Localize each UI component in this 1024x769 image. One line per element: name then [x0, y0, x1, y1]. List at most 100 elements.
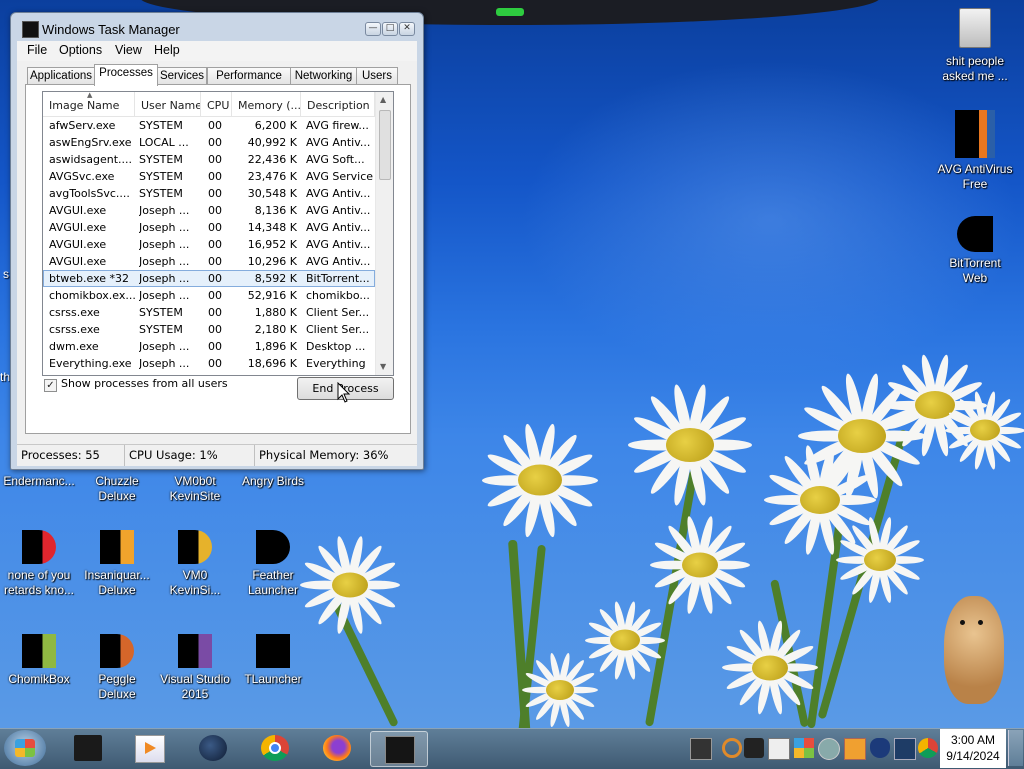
menu-file[interactable]: File	[27, 43, 47, 57]
vertical-scrollbar[interactable]: ▲ ▼	[375, 92, 393, 375]
tray-search-icon[interactable]	[722, 738, 742, 758]
taskbar-app-task-manager[interactable]	[370, 731, 428, 767]
tray-camera-icon[interactable]	[744, 738, 764, 758]
tab-users[interactable]: Users	[356, 67, 398, 85]
taskbar-app-steam[interactable]	[188, 731, 238, 765]
table-row[interactable]: csrss.exe SYSTEM 00 2,180 K Client Ser...	[43, 321, 375, 338]
menu-bar: File Options View Help	[17, 41, 417, 61]
taskbar-app-firefox[interactable]	[312, 731, 362, 765]
process-image-name: csrss.exe	[49, 323, 100, 336]
desktop-icon-insaniquarium[interactable]: Insaniquar... Deluxe	[78, 530, 156, 598]
process-memory: 52,916 K	[247, 289, 297, 302]
desktop-icon-visual-studio[interactable]: Visual Studio 2015	[156, 634, 234, 702]
process-user-name: SYSTEM	[139, 119, 183, 132]
desktop-icon-endermanch[interactable]: Endermanc...	[0, 474, 78, 489]
tray-edge-icon[interactable]	[818, 738, 840, 760]
table-row[interactable]: avgToolsSvc.... SYSTEM 00 30,548 K AVG Antiv…	[43, 185, 375, 202]
process-cpu: 00	[208, 340, 222, 353]
process-description: AVG Antiv...	[306, 255, 371, 268]
process-list[interactable]: ▲ Image Name User Name CPU Memory (... D…	[42, 91, 394, 376]
cropped-icon-label: s	[3, 267, 9, 281]
show-all-users-label[interactable]: Show processes from all users	[61, 377, 228, 390]
menu-options[interactable]: Options	[59, 43, 102, 57]
hamster-gadget[interactable]	[944, 596, 1004, 704]
tray-office-icon[interactable]	[794, 738, 814, 758]
maximize-button[interactable]: □	[382, 22, 398, 36]
taskbar-app-chrome[interactable]	[250, 731, 300, 765]
column-label: CPU	[207, 99, 230, 112]
table-row[interactable]: AVGUI.exe Joseph ... 00 14,348 K AVG Antiv..…	[43, 219, 375, 236]
tray-notes-icon[interactable]	[844, 738, 866, 760]
table-row[interactable]: AVGUI.exe Joseph ... 00 16,952 K AVG Antiv..…	[43, 236, 375, 253]
column-header-memory[interactable]: Memory (...	[232, 92, 301, 116]
table-row[interactable]: chomikbox.ex... Joseph ... 00 52,916 K chomi…	[43, 287, 375, 304]
desktop-icon-peggle[interactable]: Peggle Deluxe	[78, 634, 156, 702]
title-bar[interactable]: Windows Task Manager — □ ✕	[11, 13, 423, 41]
tray-monitor-icon[interactable]	[894, 738, 916, 760]
desktop-icon-vm0b0t[interactable]: VM0b0t KevinSite	[156, 474, 234, 504]
show-all-users-checkbox[interactable]: ✓	[44, 379, 57, 392]
tab-networking[interactable]: Networking	[290, 67, 357, 85]
desktop-icon-avg[interactable]: AVG AntiVirus Free	[936, 110, 1014, 192]
start-button[interactable]	[4, 730, 46, 766]
desktop-icon-bittorrent[interactable]: BitTorrent Web	[936, 216, 1014, 286]
desktop-icon-none-of-you[interactable]: none of you retards kno...	[0, 530, 78, 598]
process-user-name: SYSTEM	[139, 306, 183, 319]
process-image-name: avgToolsSvc....	[49, 187, 130, 200]
dark-box-icon	[74, 735, 102, 761]
windows-logo-icon	[15, 739, 35, 757]
taskbar-app-unknown[interactable]	[63, 731, 113, 765]
menu-help[interactable]: Help	[154, 43, 180, 57]
table-row[interactable]: AVGSvc.exe SYSTEM 00 23,476 K AVG Service	[43, 168, 375, 185]
tray-chrome-icon[interactable]	[918, 738, 938, 758]
tab-services[interactable]: Services	[157, 67, 207, 85]
desktop-icon-chuzzle[interactable]: Chuzzle Deluxe	[78, 474, 156, 504]
scroll-down-icon[interactable]: ▼	[380, 362, 386, 371]
column-header-description[interactable]: Description	[301, 92, 375, 116]
scroll-thumb[interactable]	[379, 110, 391, 180]
tray-app-icon[interactable]	[768, 738, 790, 760]
table-row[interactable]: csrss.exe SYSTEM 00 1,880 K Client Ser...	[43, 304, 375, 321]
table-row[interactable]: aswEngSrv.exe LOCAL ... 00 40,992 K AVG Anti…	[43, 134, 375, 151]
desktop-icon-label: Chuzzle Deluxe	[95, 474, 139, 503]
desktop-icon-vm0-kevin[interactable]: VM0 KevinSi...	[156, 530, 234, 598]
table-row[interactable]: Everything.exe Joseph ... 00 18,696 K Everyt…	[43, 355, 375, 372]
taskbar-app-media-player[interactable]	[124, 731, 174, 765]
desktop-icon-feather[interactable]: Feather Launcher	[234, 530, 312, 598]
tray-shield-icon[interactable]	[870, 738, 890, 758]
tab-performance[interactable]: Performance	[207, 67, 291, 85]
process-cpu: 00	[208, 136, 222, 149]
table-row[interactable]: dwm.exe Joseph ... 00 1,896 K Desktop ...	[43, 338, 375, 355]
task-manager-icon	[385, 736, 415, 764]
table-row[interactable]: AVGUI.exe Joseph ... 00 10,296 K AVG Antiv..…	[43, 253, 375, 270]
process-image-name: AVGUI.exe	[49, 204, 107, 217]
task-manager-window[interactable]: Windows Task Manager — □ ✕ File Options …	[10, 12, 424, 470]
clock[interactable]: 3:00 AM 9/14/2024	[940, 729, 1006, 768]
process-memory: 1,896 K	[254, 340, 297, 353]
desktop-icon-angry-birds[interactable]: Angry Birds	[234, 474, 312, 489]
process-image-name: afwServ.exe	[49, 119, 116, 132]
column-header-user-name[interactable]: User Name	[135, 92, 201, 116]
scroll-up-icon[interactable]: ▲	[380, 95, 386, 104]
table-row[interactable]: btweb.exe *32 Joseph ... 00 8,592 K BitTorre…	[43, 270, 375, 287]
column-header-cpu[interactable]: CPU	[201, 92, 232, 116]
minimize-button[interactable]: —	[365, 22, 381, 36]
desktop-icon-tlauncher[interactable]: TLauncher	[234, 634, 312, 687]
table-row[interactable]: aswidsagent.... SYSTEM 00 22,436 K AVG Soft.…	[43, 151, 375, 168]
process-user-name: LOCAL ...	[139, 136, 189, 149]
menu-view[interactable]: View	[115, 43, 142, 57]
desktop-icon-chomikbox[interactable]: ChomikBox	[0, 634, 78, 687]
tab-applications[interactable]: Applications	[27, 67, 95, 85]
table-row[interactable]: AVGUI.exe Joseph ... 00 8,136 K AVG Antiv...	[43, 202, 375, 219]
process-description: AVG Antiv...	[306, 221, 371, 234]
column-header-image-name[interactable]: ▲ Image Name	[43, 92, 135, 116]
tab-processes[interactable]: Processes	[94, 64, 158, 86]
table-row[interactable]: afwServ.exe SYSTEM 00 6,200 K AVG firew...	[43, 117, 375, 134]
desktop-icon-label: BitTorrent Web	[949, 256, 1001, 285]
close-button[interactable]: ✕	[399, 22, 415, 36]
desktop-icon-shit-people[interactable]: shit people asked me ...	[936, 8, 1014, 84]
show-desktop-button[interactable]	[1008, 730, 1023, 766]
tlauncher-icon	[256, 634, 290, 668]
mouse-cursor-icon	[337, 382, 351, 403]
tray-device-icon[interactable]	[690, 738, 712, 760]
